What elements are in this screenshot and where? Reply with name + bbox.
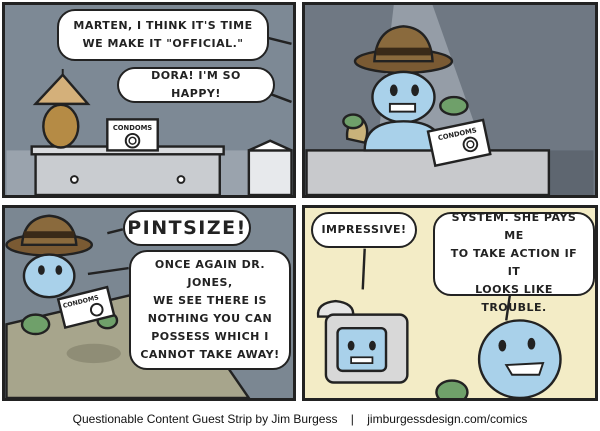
condoms-box-label: CONDOMS (113, 124, 152, 132)
credit-separator: | (350, 412, 354, 426)
comic-strip: CONDOMS MARTEN, I THINK IT'S TIME WE MAK… (0, 0, 600, 406)
dialogue-text: I'M ON THE FAYEPAL SYSTEM. SHE PAYS ME T… (450, 211, 578, 314)
speech-bubble: I'M ON THE FAYEPAL SYSTEM. SHE PAYS ME T… (433, 211, 595, 314)
credit-line: Questionable Content Guest Strip by Jim … (0, 408, 600, 430)
credit-url: jimburgessdesign.com/comics (367, 412, 528, 426)
panel-3: CONDOMS PINTSIZE! ONCE AGAIN DR. JONES, … (2, 205, 296, 401)
panel-2-art: CONDOMS (305, 5, 594, 195)
panel-4: IMPRESSIVE! I'M ON THE FAYEPAL SYSTEM. S… (302, 205, 598, 401)
panel-1: CONDOMS MARTEN, I THINK IT'S TIME WE MAK… (2, 2, 296, 198)
dialogue-text: DORA! I'M SO HAPPY! (151, 69, 241, 100)
speech-bubble-shout: PINTSIZE! (123, 210, 251, 246)
speech-bubble: IMPRESSIVE! (311, 212, 417, 248)
speech-bubble: DORA! I'M SO HAPPY! (117, 67, 275, 103)
dialogue-text: PINTSIZE! (127, 217, 247, 239)
speech-bubble: ONCE AGAIN DR. JONES, WE SEE THERE IS NO… (129, 250, 291, 370)
speech-bubble: MARTEN, I THINK IT'S TIME WE MAKE IT "OF… (57, 9, 269, 61)
dialogue-text: MARTEN, I THINK IT'S TIME WE MAKE IT "OF… (73, 19, 253, 50)
credit-text: Questionable Content Guest Strip by Jim … (72, 412, 338, 426)
panel-2: CONDOMS (302, 2, 598, 198)
dialogue-text: ONCE AGAIN DR. JONES, WE SEE THERE IS NO… (140, 258, 280, 361)
dialogue-text: IMPRESSIVE! (321, 223, 407, 236)
